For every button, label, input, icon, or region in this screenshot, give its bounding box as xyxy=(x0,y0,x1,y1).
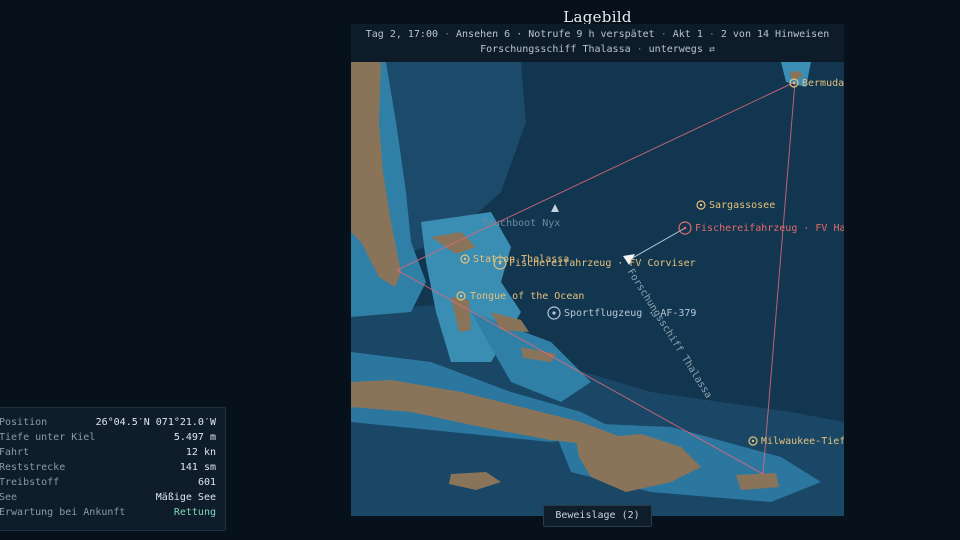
hints-counter: 2 von 14 Hinweisen xyxy=(720,29,830,40)
panel-row: See Mäßige See xyxy=(0,492,216,503)
vessel-state: unterwegs xyxy=(648,44,703,55)
day-time: Tag 2, 17:00 xyxy=(365,29,438,40)
chart-background xyxy=(351,62,844,516)
views-status: Ansehen 6 · Notrufe 9 h verspätet xyxy=(456,29,655,40)
panel-row: Fahrt 12 kn xyxy=(0,447,216,458)
status-bar: Tag 2, 17:00 · Ansehen 6 · Notrufe 9 h ver… xyxy=(351,24,844,63)
marker-tongue-of-the-ocean[interactable]: Tongue of the Ocean xyxy=(470,291,584,302)
marker-sargasso-sea[interactable]: Sargassosee xyxy=(709,200,775,211)
act-label: Akt 1 xyxy=(672,29,703,40)
panel-row: Reststrecke 141 sm xyxy=(0,462,216,473)
panel-row: Erwartung bei Ankunft Rettung xyxy=(0,507,216,518)
panel-row: Tiefe unter Kiel 5.497 m xyxy=(0,432,216,443)
panel-row: Position 26°04.5′N 071°21.0′W xyxy=(0,417,216,428)
panel-row: Treibstoff 601 xyxy=(0,477,216,488)
marker-aircraft-af379[interactable]: Sportflugzeug · AF-379 xyxy=(564,308,696,319)
marker-fv-halcyon[interactable]: Fischereifahrzeug · FV Halcyon xyxy=(695,223,844,234)
marker-station-thalassa[interactable]: Station Thalassa xyxy=(473,254,569,265)
marker-submarine-nyx[interactable]: Tauchboot Nyx xyxy=(482,218,560,229)
marker-bermuda-seamount[interactable]: Bermuda-Seeberg xyxy=(802,78,844,89)
evidence-button[interactable]: Beweislage (2) xyxy=(543,505,652,527)
vessel-info-panel: Position 26°04.5′N 071°21.0′W Tiefe unter… xyxy=(0,407,226,531)
vessel-name: Forschungsschiff Thalassa xyxy=(480,44,631,55)
swap-vessel-icon[interactable]: ⇄ xyxy=(709,44,715,55)
marker-milwaukee-deep[interactable]: Milwaukee-Tief xyxy=(761,436,844,447)
sea-chart[interactable]: Bermuda-Seeberg Sargassosee Fischereifah… xyxy=(351,62,844,516)
